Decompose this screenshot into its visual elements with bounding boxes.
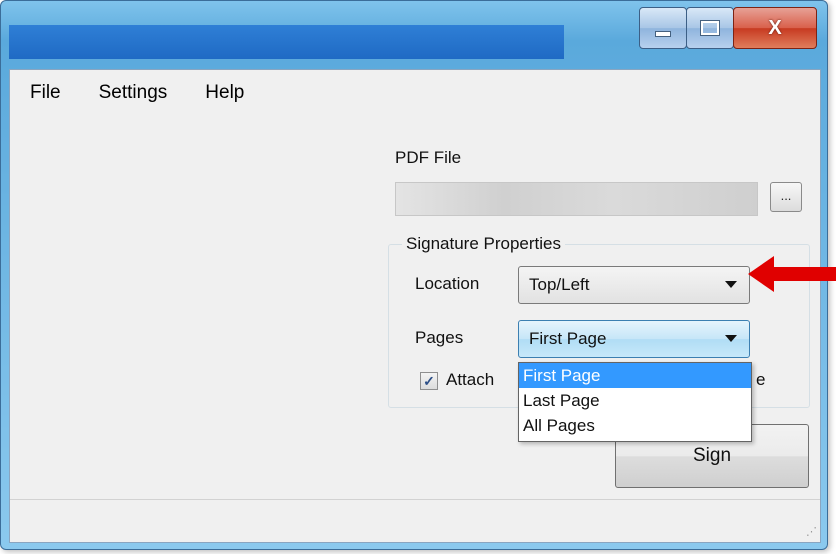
menu-file[interactable]: File [30, 82, 61, 104]
minimize-button[interactable] [639, 7, 687, 49]
menu-help[interactable]: Help [205, 82, 244, 104]
pdf-file-input[interactable] [395, 182, 758, 216]
pages-select[interactable]: First Page [518, 320, 750, 358]
resize-grip-icon[interactable]: ⋰ [806, 525, 817, 538]
location-label: Location [415, 274, 480, 293]
status-bar: ⋰ [10, 499, 820, 542]
pages-value: First Page [529, 329, 607, 348]
signature-properties-title: Signature Properties [402, 234, 565, 254]
pages-option-first[interactable]: First Page [519, 363, 751, 388]
attach-label: Attach [446, 370, 495, 389]
browse-button[interactable]: ... [770, 182, 802, 212]
chevron-down-icon [725, 335, 737, 342]
pages-dropdown-list: First Page Last Page All Pages [518, 362, 752, 442]
attach-checkbox[interactable]: ✓ [420, 372, 438, 390]
attach-label-tail: e [756, 370, 766, 389]
location-select[interactable]: Top/Left [518, 266, 750, 304]
minimize-icon [655, 31, 671, 37]
pages-option-all[interactable]: All Pages [519, 413, 751, 438]
maximize-icon [700, 20, 720, 36]
red-arrow-annotation [748, 256, 836, 292]
checkmark-icon: ✓ [423, 372, 435, 389]
location-value: Top/Left [529, 275, 590, 294]
menu-bar: File Settings Help [10, 70, 820, 116]
pages-label: Pages [415, 328, 464, 347]
sign-button-label: Sign [692, 445, 732, 466]
app-window: X File Settings Help PDF File ... Signat… [0, 0, 828, 550]
client-area: File Settings Help PDF File ... Signatur… [9, 69, 821, 543]
pages-option-last[interactable]: Last Page [519, 388, 751, 413]
maximize-button[interactable] [686, 7, 734, 49]
close-button[interactable]: X [733, 7, 817, 49]
chevron-down-icon [725, 281, 737, 288]
pdf-file-label: PDF File [395, 148, 462, 167]
arrow-icon [748, 256, 836, 292]
menu-settings[interactable]: Settings [99, 82, 168, 104]
title-bar[interactable] [9, 25, 564, 59]
close-icon: X [768, 16, 782, 39]
window-controls: X [639, 7, 817, 51]
